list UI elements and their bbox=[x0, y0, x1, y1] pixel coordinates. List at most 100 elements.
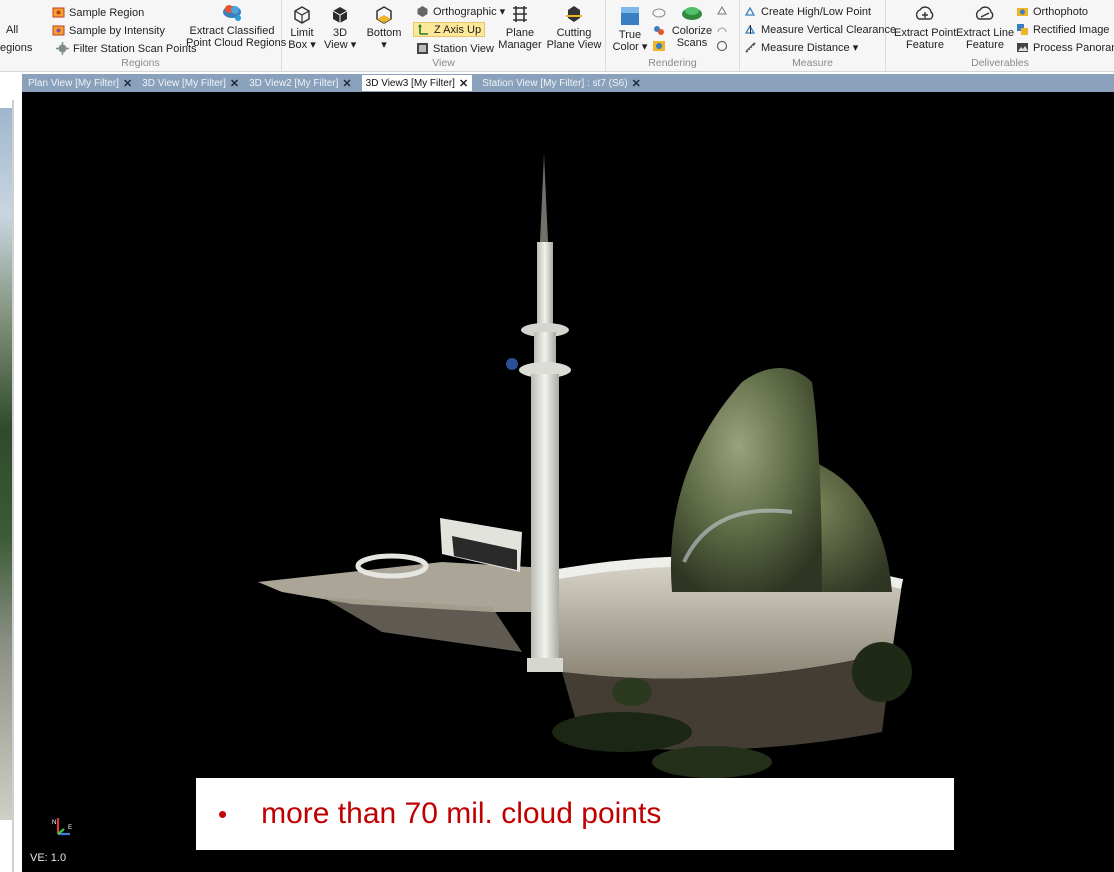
tab-label: 3D View [My Filter] bbox=[142, 77, 226, 89]
ribbon-toolbar: All egions Sample Region Sample by Inten… bbox=[0, 0, 1114, 72]
high-low-point-icon bbox=[744, 6, 756, 16]
true-color-button[interactable]: True Color ▾ bbox=[612, 6, 648, 53]
render-option-icon-b[interactable] bbox=[716, 24, 728, 34]
measure-group: Create High/Low Point Measure Vertical C… bbox=[740, 0, 896, 72]
all-regions-cut-label[interactable]: All bbox=[6, 24, 18, 36]
station-view-icon bbox=[417, 43, 428, 54]
3d-view-button[interactable]: 3D View ▾ bbox=[324, 6, 356, 51]
close-icon[interactable]: ✕ bbox=[632, 77, 641, 90]
left-panel-image bbox=[0, 108, 12, 820]
orthographic-dropdown[interactable]: Orthographic ▾ bbox=[416, 5, 505, 18]
rectified-image-icon bbox=[1017, 24, 1028, 35]
bottom-cube-icon bbox=[376, 6, 392, 24]
orthophoto-label: Orthophoto bbox=[1033, 5, 1089, 18]
bottom-line1: Bottom bbox=[366, 27, 402, 39]
limit-box-line2: Box ▾ bbox=[288, 39, 316, 51]
extract-line-line1: Extract Line bbox=[956, 27, 1015, 39]
limit-box-line1: Limit bbox=[290, 27, 314, 39]
extract-point-line2: Feature bbox=[906, 39, 944, 51]
filter-station-scan-points-button[interactable]: Filter Station Scan Points bbox=[56, 42, 197, 55]
sample-by-intensity-button[interactable]: Sample by Intensity bbox=[52, 24, 165, 37]
sample-region-icon bbox=[52, 7, 65, 18]
sample-intensity-icon bbox=[52, 25, 65, 36]
extract-classified-line1: Extract Classified bbox=[189, 25, 275, 37]
deliverables-group: Extract Point Feature Extract Line Featu… bbox=[886, 0, 1114, 72]
extract-point-icon bbox=[915, 6, 934, 20]
annotation-bullet: • bbox=[218, 798, 228, 829]
cutting-plane-line1: Cutting bbox=[556, 27, 592, 39]
rendering-group: True Color ▾ Colorize Scans Rendering bbox=[606, 0, 740, 72]
vertical-exaggeration-label: VE: 1.0 bbox=[30, 852, 67, 864]
sample-by-intensity-label: Sample by Intensity bbox=[69, 24, 165, 37]
close-icon[interactable]: ✕ bbox=[123, 77, 132, 90]
annotation-text: more than 70 mil. cloud points bbox=[261, 797, 662, 830]
3d-view-line2: View ▾ bbox=[324, 39, 357, 51]
axis-triad: N E bbox=[52, 814, 74, 836]
main-dome bbox=[670, 368, 822, 592]
station-view-button[interactable]: Station View bbox=[416, 42, 494, 55]
view-group-label: View bbox=[432, 57, 455, 69]
plane-manager-button[interactable]: Plane Manager bbox=[496, 4, 544, 51]
close-icon[interactable]: ✕ bbox=[342, 77, 351, 90]
sample-region-label: Sample Region bbox=[69, 6, 145, 19]
measure-group-label: Measure bbox=[792, 57, 833, 69]
measure-distance-dropdown[interactable]: Measure Distance ▾ bbox=[744, 41, 858, 54]
tab-3d-view[interactable]: 3D View [My Filter] ✕ bbox=[142, 77, 239, 90]
regions-group-label: Regions bbox=[121, 57, 160, 69]
orthographic-label: Orthographic ▾ bbox=[433, 6, 506, 18]
extract-line-icon bbox=[975, 6, 994, 20]
point-cloud-scene[interactable] bbox=[22, 92, 1114, 872]
orthographic-icon bbox=[417, 6, 428, 17]
extract-line-line2: Feature bbox=[966, 39, 1004, 51]
panel-divider[interactable] bbox=[12, 100, 14, 872]
cutting-plane-view-button[interactable]: Cutting Plane View bbox=[546, 4, 602, 51]
colorize-scans-button[interactable]: Colorize Scans bbox=[670, 4, 714, 49]
plane-manager-line2: Manager bbox=[498, 39, 542, 51]
plane-manager-line1: Plane bbox=[505, 27, 535, 39]
sample-region-button[interactable]: Sample Region bbox=[52, 6, 144, 19]
extract-point-feature-button[interactable]: Extract Point Feature bbox=[894, 4, 956, 51]
tab-3d-view3[interactable]: 3D View3 [My Filter] ✕ bbox=[361, 75, 473, 91]
limit-box-icon bbox=[294, 6, 310, 24]
render-mode-small-icon-3[interactable] bbox=[652, 40, 666, 52]
measure-vertical-label: Measure Vertical Clearance bbox=[761, 23, 897, 36]
view-tab-strip: Plan View [My Filter] ✕ 3D View [My Filt… bbox=[22, 74, 1114, 92]
orthophoto-button[interactable]: Orthophoto bbox=[1016, 5, 1088, 18]
render-mode-small-icon-2[interactable] bbox=[652, 24, 666, 36]
process-panorama-button[interactable]: Process Panoram bbox=[1016, 41, 1114, 54]
view-group: Limit Box ▾ 3D View ▾ Bottom ▾ Orthograp… bbox=[282, 0, 606, 72]
true-color-line1: True bbox=[618, 29, 642, 41]
panorama-icon bbox=[1017, 43, 1028, 52]
create-high-low-point-button[interactable]: Create High/Low Point bbox=[744, 5, 871, 18]
regions-cut-label[interactable]: egions bbox=[0, 42, 32, 54]
scan-station-marker[interactable] bbox=[506, 358, 518, 370]
deliverables-group-label: Deliverables bbox=[971, 57, 1029, 69]
tab-plan-view[interactable]: Plan View [My Filter] ✕ bbox=[28, 77, 132, 90]
create-high-low-label: Create High/Low Point bbox=[761, 5, 872, 18]
tab-label: Plan View [My Filter] bbox=[28, 77, 119, 89]
extract-line-feature-button[interactable]: Extract Line Feature bbox=[956, 4, 1014, 51]
close-icon[interactable]: ✕ bbox=[459, 77, 468, 90]
axis-triad-icon: N E bbox=[52, 818, 72, 836]
bottom-view-button[interactable]: Bottom ▾ bbox=[364, 6, 404, 51]
measure-vertical-clearance-button[interactable]: Measure Vertical Clearance bbox=[744, 23, 896, 36]
render-option-icon-a[interactable] bbox=[716, 6, 728, 16]
axis-n-label: N bbox=[52, 820, 56, 826]
tab-3d-view2[interactable]: 3D View2 [My Filter] ✕ bbox=[249, 77, 352, 90]
z-axis-icon bbox=[418, 24, 428, 35]
rectified-image-label: Rectified Image bbox=[1033, 23, 1110, 36]
process-panorama-label: Process Panoram bbox=[1033, 41, 1114, 54]
tab-station-view[interactable]: Station View [My Filter] : st7 (S6) ✕ bbox=[482, 77, 641, 90]
z-axis-up-button[interactable]: Z Axis Up bbox=[413, 22, 486, 37]
limit-box-button[interactable]: Limit Box ▾ bbox=[286, 6, 318, 51]
rectified-image-button[interactable]: Rectified Image bbox=[1016, 23, 1109, 36]
render-option-icon-c[interactable] bbox=[716, 40, 728, 52]
close-icon[interactable]: ✕ bbox=[230, 77, 239, 90]
vertical-clearance-icon bbox=[744, 24, 756, 34]
3d-viewport[interactable]: N E VE: 1.0 • more than 70 mil. cloud po… bbox=[22, 92, 1114, 872]
extract-classified-button[interactable]: Extract Classified Point Cloud Regions bbox=[186, 2, 286, 49]
extract-point-line1: Extract Point bbox=[894, 27, 957, 39]
bottom-line2: ▾ bbox=[381, 39, 387, 51]
render-mode-small-icon-1[interactable] bbox=[652, 6, 666, 18]
true-color-icon bbox=[621, 7, 639, 25]
